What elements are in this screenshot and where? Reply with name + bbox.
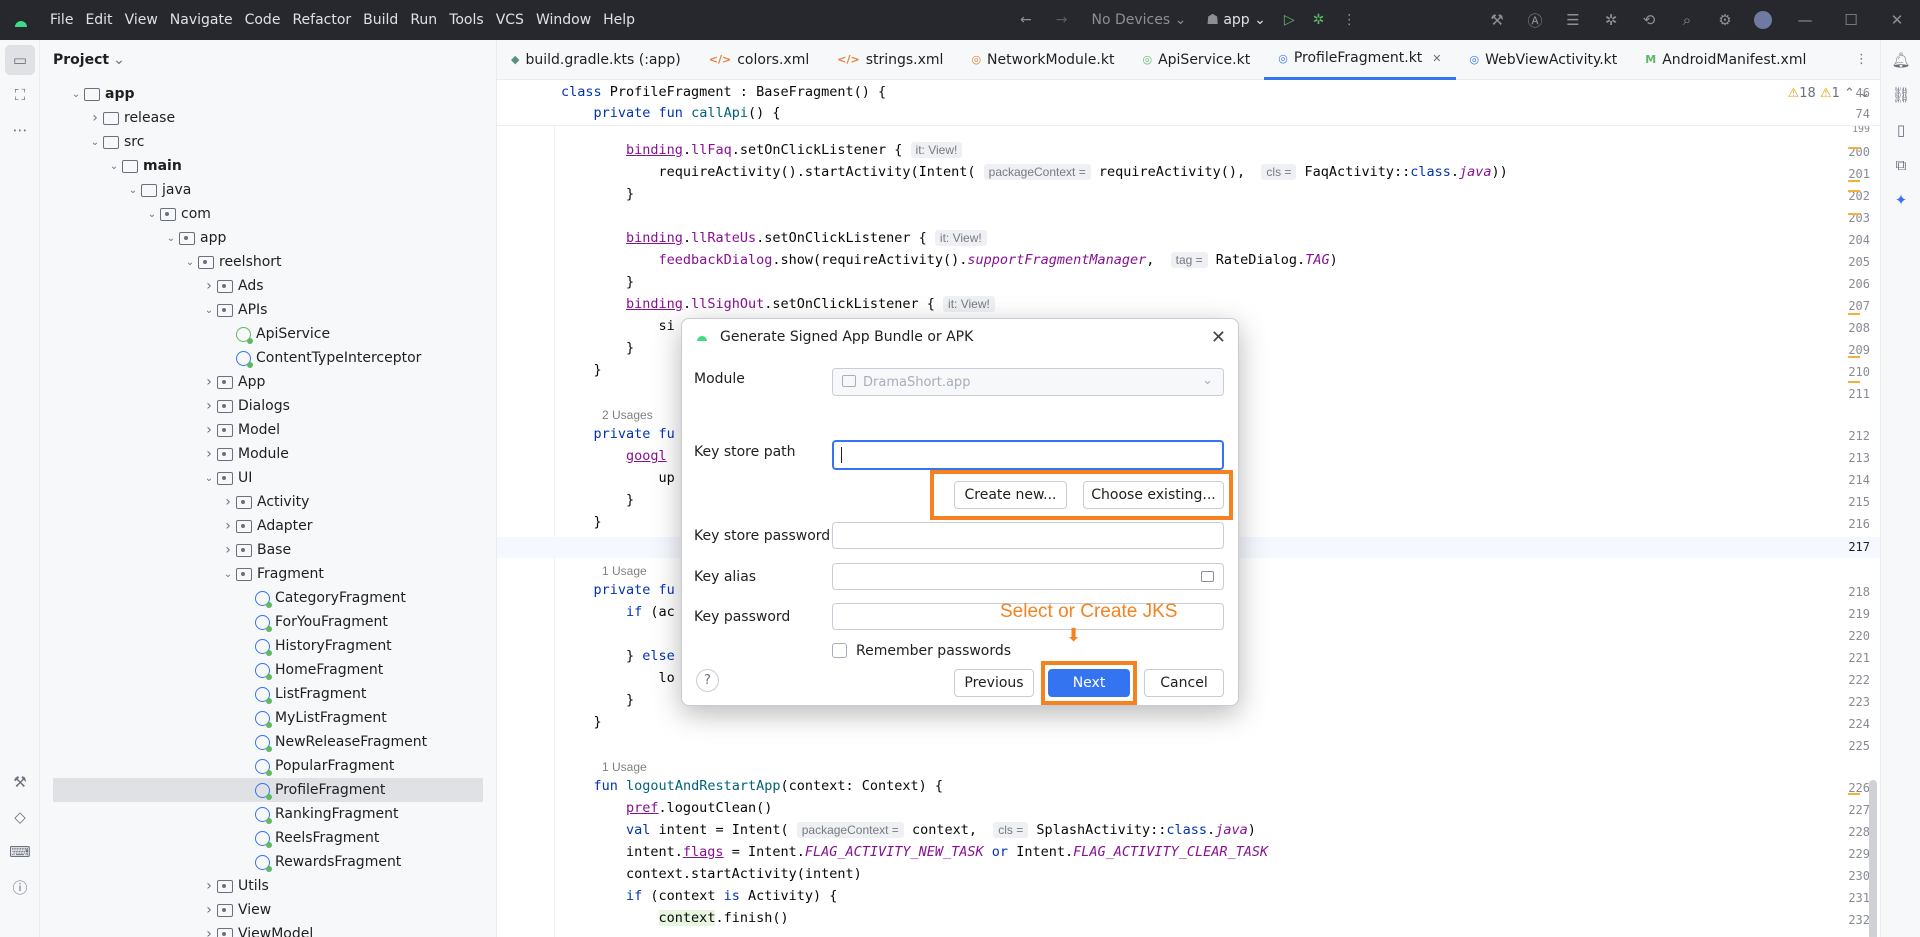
module-select[interactable]: DramaShort.app ⌄ — [832, 368, 1224, 396]
weak-warning-icon: ⚠ — [1819, 86, 1832, 101]
keystore-password-label: Key store password — [694, 528, 831, 544]
key-alias-input[interactable] — [832, 563, 1224, 590]
warning-icon: ⚠ — [1787, 86, 1800, 101]
highlight-box-next — [1041, 661, 1137, 705]
dialog-close-icon[interactable]: ✕ — [1211, 327, 1226, 348]
text-cursor — [841, 447, 842, 463]
code-line: class ProfileFragment : BaseFragment() { — [561, 84, 887, 100]
folder-icon[interactable] — [1201, 571, 1214, 582]
previous-button[interactable]: Previous — [954, 669, 1034, 697]
keystore-path-input[interactable] — [832, 440, 1224, 470]
chevron-up-icon: ⌃ — [1844, 86, 1855, 101]
help-icon[interactable]: ? — [696, 669, 719, 692]
key-password-label: Key password — [694, 609, 791, 625]
signed-apk-dialog: Generate Signed App Bundle or APK ✕ Modu… — [681, 318, 1239, 706]
code-line: private fun callApi() { — [593, 105, 781, 121]
android-icon — [696, 329, 708, 345]
annotation-callout: Select or Create JKS — [1000, 601, 1178, 622]
dialog-overlay: Generate Signed App Bundle or APK ✕ Modu… — [0, 0, 1920, 937]
annotation-arrow-icon: ⬇ — [1066, 625, 1082, 645]
ide-window: File Edit View Navigate Code Refactor Build Run… — [0, 0, 1920, 937]
remember-passwords-checkbox[interactable] — [832, 643, 847, 658]
dialog-title: Generate Signed App Bundle or APK — [696, 329, 973, 345]
highlight-box-keystore-buttons — [930, 470, 1233, 520]
key-alias-label: Key alias — [694, 569, 757, 585]
inspection-widget[interactable]: ⚠18 ⚠1 ⌃ ⌄ — [1788, 86, 1870, 101]
module-folder-icon — [842, 375, 856, 387]
module-label: Module — [694, 371, 745, 387]
keystore-path-label: Key store path — [694, 444, 796, 460]
chevron-down-icon: ⌄ — [1202, 373, 1213, 388]
remember-passwords-label: Remember passwords — [856, 643, 1012, 659]
chevron-down-icon: ⌄ — [1859, 86, 1870, 101]
sticky-lines: 46 class ProfileFragment : BaseFragment(… — [497, 80, 1880, 126]
keystore-password-input[interactable] — [832, 522, 1224, 549]
cancel-button[interactable]: Cancel — [1144, 669, 1224, 697]
